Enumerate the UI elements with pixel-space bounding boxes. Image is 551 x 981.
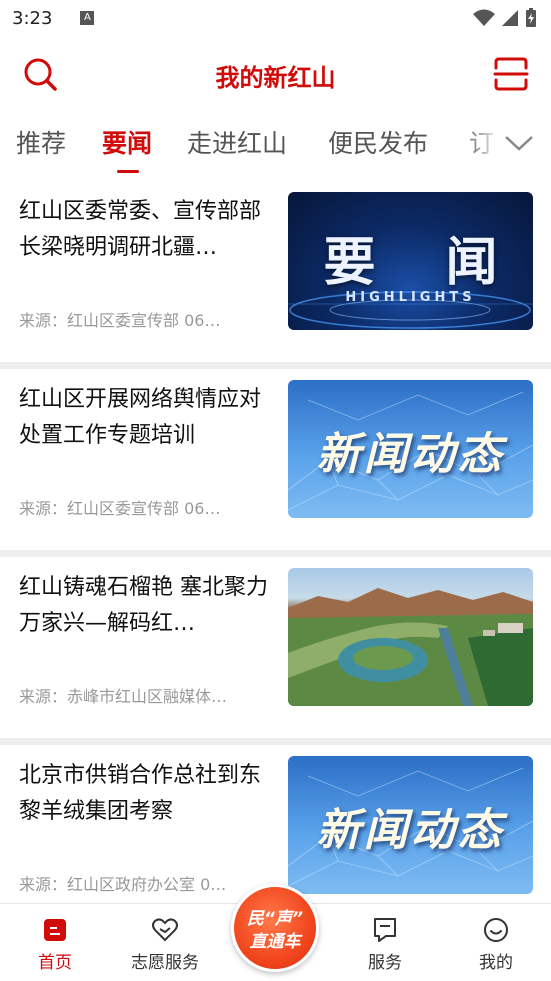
signal-icon	[502, 10, 518, 26]
app-header: 我的新红山	[0, 44, 551, 104]
nav-label: 服务	[368, 953, 402, 973]
chevron-down-icon[interactable]	[503, 132, 535, 156]
news-source: 来源：红山区委宣传部 06…	[19, 499, 221, 518]
news-title: 红山铸魂石榴艳 塞北聚力万家兴—解码红…	[19, 575, 268, 636]
thumbnail-heading: 新闻动态	[316, 805, 505, 856]
divider	[0, 550, 551, 557]
profile-smile-icon	[484, 918, 508, 942]
nav-label: 首页	[38, 953, 72, 973]
service-flag-icon	[374, 918, 396, 942]
nav-volunteer[interactable]: 志愿服务	[115, 916, 215, 973]
news-item[interactable]: 红山区委常委、宣传部部长梁晓明调研北疆… 来源：红山区委宣传部 06… 要 闻 …	[0, 181, 551, 362]
news-thumbnail: 新闻动态	[288, 380, 533, 518]
thumbnail-heading: 要 闻	[323, 233, 524, 293]
battery-charging-icon	[526, 8, 536, 27]
news-source: 来源：赤峰市红山区融媒体…	[19, 687, 228, 706]
center-button-line2: 直通车	[249, 932, 301, 952]
news-list: 红山区委常委、宣传部部长梁晓明调研北疆… 来源：红山区委宣传部 06… 要 闻 …	[0, 181, 551, 926]
a-badge-icon: A	[80, 11, 95, 25]
nav-label: 志愿服务	[131, 953, 199, 973]
active-tab-indicator	[117, 170, 139, 173]
news-title: 北京市供销合作总社到东黎羊绒集团考察	[19, 763, 262, 824]
status-bar: 3:23 A	[0, 0, 551, 36]
scan-icon[interactable]	[493, 56, 529, 92]
news-thumbnail: 新闻动态	[288, 756, 533, 894]
nav-service[interactable]: 服务	[335, 916, 435, 973]
nav-profile[interactable]: 我的	[446, 916, 546, 973]
thumbnail-subheading: HIGHLIGHTS	[345, 290, 476, 305]
nav-label: 我的	[479, 953, 513, 973]
status-right	[473, 8, 537, 28]
divider	[0, 362, 551, 369]
news-thumbnail	[288, 568, 533, 706]
bottom-nav: 首页 志愿服务 民“声” 直通车 服务 我的	[0, 884, 551, 981]
category-tabs: 推荐 要闻 走进红山 便民发布 订	[0, 112, 551, 178]
voice-direct-button[interactable]: 民“声” 直通车	[231, 884, 319, 972]
wifi-icon	[473, 9, 495, 26]
tab-public-notices[interactable]: 便民发布	[328, 124, 428, 160]
news-item[interactable]: 红山铸魂石榴艳 塞北聚力万家兴—解码红… 来源：赤峰市红山区融媒体…	[0, 557, 551, 738]
news-item[interactable]: 红山区开展网络舆情应对处置工作专题培训 来源：红山区委宣传部 06… 新闻动态	[0, 369, 551, 550]
news-source: 来源：红山区政府办公室 0…	[19, 875, 227, 894]
status-time: 3:23	[12, 7, 53, 29]
page-title: 我的新红山	[215, 64, 336, 92]
divider	[0, 738, 551, 745]
landscape-photo	[288, 588, 533, 706]
news-title: 红山区开展网络舆情应对处置工作专题培训	[19, 387, 262, 448]
news-source: 来源：红山区委宣传部 06…	[19, 311, 221, 330]
news-thumbnail: 要 闻 HIGHLIGHTS	[288, 192, 533, 330]
tab-explore-hongshan[interactable]: 走进红山	[187, 124, 287, 160]
center-button-line1: 民“声”	[247, 909, 303, 929]
home-icon	[44, 919, 66, 941]
tab-recommend[interactable]: 推荐	[16, 124, 66, 160]
volunteer-heart-icon	[152, 918, 178, 942]
nav-home[interactable]: 首页	[5, 916, 105, 973]
status-left: 3:23 A	[12, 7, 95, 29]
news-title: 红山区委常委、宣传部部长梁晓明调研北疆…	[19, 199, 262, 260]
thumbnail-heading: 新闻动态	[316, 429, 505, 480]
tab-headlines[interactable]: 要闻	[102, 124, 152, 160]
